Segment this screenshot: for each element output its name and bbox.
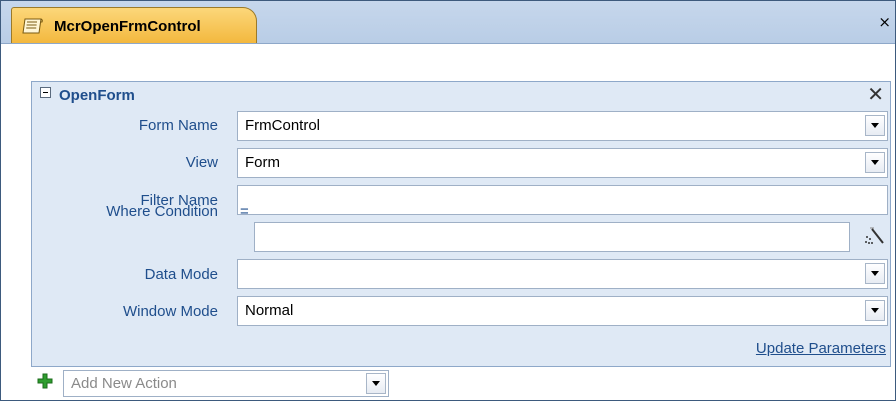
where-condition-field[interactable] (254, 222, 850, 252)
data-mode-field[interactable] (237, 259, 888, 289)
view-value: Form (245, 154, 280, 171)
action-block-openform: OpenForm ✕ Form Name FrmControl View For… (31, 81, 891, 367)
update-parameters-link[interactable]: Update Parameters (756, 340, 886, 357)
view-field[interactable]: Form (237, 148, 888, 178)
form-name-label: Form Name (138, 117, 218, 134)
close-icon[interactable]: × (878, 13, 891, 31)
chevron-down-icon[interactable] (865, 263, 885, 284)
remove-action-icon[interactable]: ✕ (867, 82, 884, 106)
expression-builder-wand-icon[interactable] (862, 225, 886, 249)
chevron-down-icon[interactable] (865, 152, 885, 173)
tab-title: McrOpenFrmControl (54, 18, 201, 35)
chevron-down-icon[interactable] (865, 115, 885, 136)
chevron-down-icon[interactable] (366, 373, 386, 394)
form-name-value: FrmControl (245, 117, 321, 134)
add-new-action-combo[interactable]: Add New Action (63, 370, 389, 397)
where-condition-equals: = (240, 203, 249, 220)
window-mode-field[interactable]: Normal (237, 296, 888, 326)
chevron-down-icon[interactable] (865, 300, 885, 321)
tab-macro[interactable]: McrOpenFrmControl (11, 7, 257, 43)
window-mode-value: Normal (245, 302, 294, 319)
document-tab-strip: McrOpenFrmControl × (1, 1, 895, 44)
add-new-action-placeholder: Add New Action (71, 375, 177, 392)
collapse-minus-icon[interactable] (40, 87, 51, 98)
view-label: View (185, 154, 218, 171)
where-condition-label: Where Condition (106, 203, 218, 220)
form-name-field[interactable]: FrmControl (237, 111, 888, 141)
macro-scroll-icon (22, 18, 43, 34)
filter-name-field[interactable] (237, 185, 888, 215)
macro-designer-window: McrOpenFrmControl × OpenForm ✕ Form Name… (0, 0, 896, 401)
green-plus-icon[interactable] (37, 373, 53, 389)
action-name: OpenForm (59, 87, 135, 104)
window-mode-label: Window Mode (122, 303, 218, 320)
data-mode-label: Data Mode (144, 266, 218, 283)
